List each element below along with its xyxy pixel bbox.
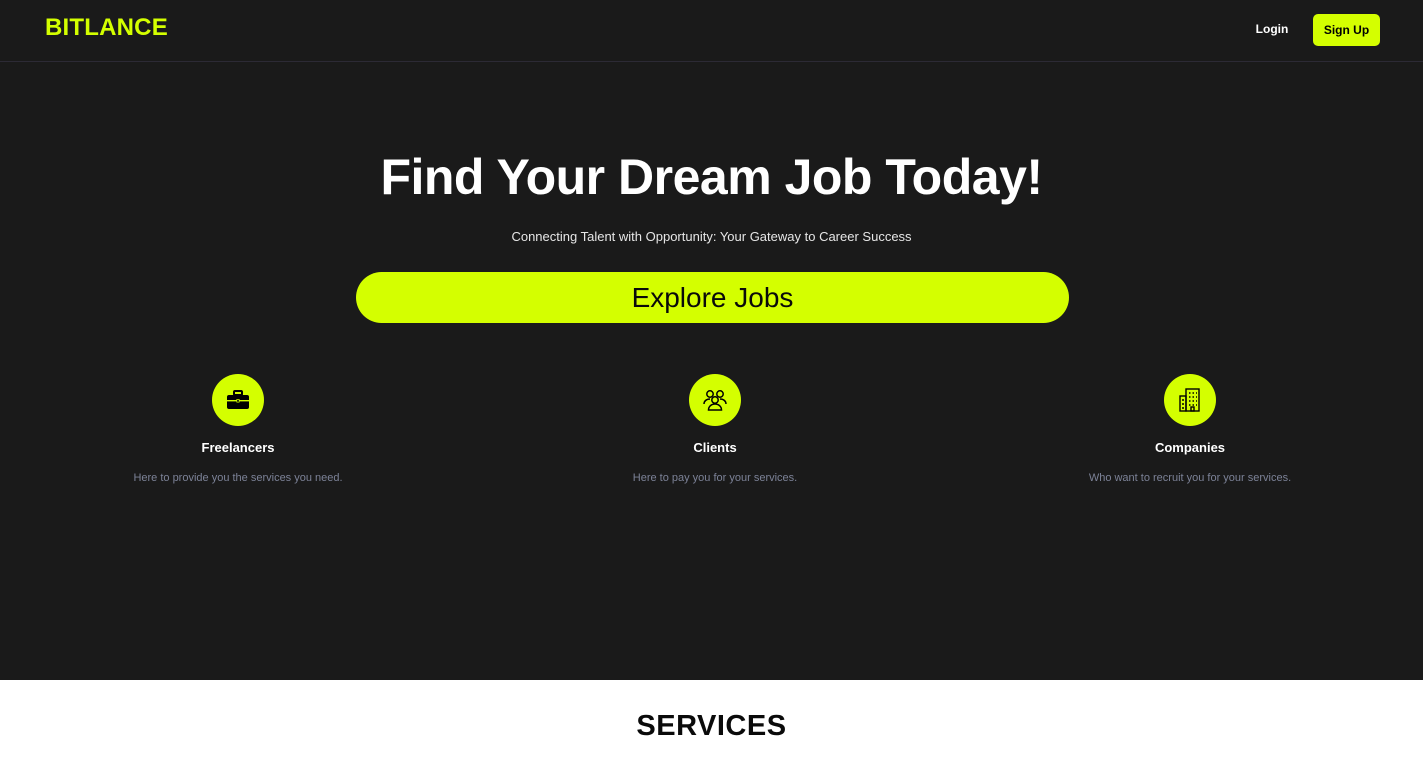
feature-description: Here to provide you the services you nee… [133,472,343,484]
hero-section: Find Your Dream Job Today! Connecting Ta… [0,62,1423,680]
hero-subtitle: Connecting Talent with Opportunity: Your… [511,229,912,244]
login-link[interactable]: Login [1244,22,1300,36]
signup-button[interactable]: Sign Up [1313,14,1380,46]
briefcase-icon [212,374,264,426]
hero-title: Find Your Dream Job Today! [380,149,1043,205]
brand-logo[interactable]: BITLANCE [45,14,168,42]
services-heading: SERVICES [636,710,787,742]
explore-jobs-button[interactable]: Explore Jobs [356,272,1069,323]
feature-companies: Companies Who want to recruit you for yo… [1030,374,1350,484]
feature-description: Who want to recruit you for your service… [1088,472,1292,484]
people-icon [689,374,741,426]
feature-clients: Clients Here to pay you for your service… [555,374,875,484]
navbar: BITLANCE Login Sign Up [0,0,1423,62]
feature-freelancers: Freelancers Here to provide you the serv… [78,374,398,484]
feature-title: Clients [693,440,737,455]
services-section: SERVICES [0,680,1423,777]
feature-title: Companies [1154,440,1226,455]
feature-description: Here to pay you for your services. [632,472,798,484]
building-icon [1164,374,1216,426]
feature-title: Freelancers [201,440,275,455]
